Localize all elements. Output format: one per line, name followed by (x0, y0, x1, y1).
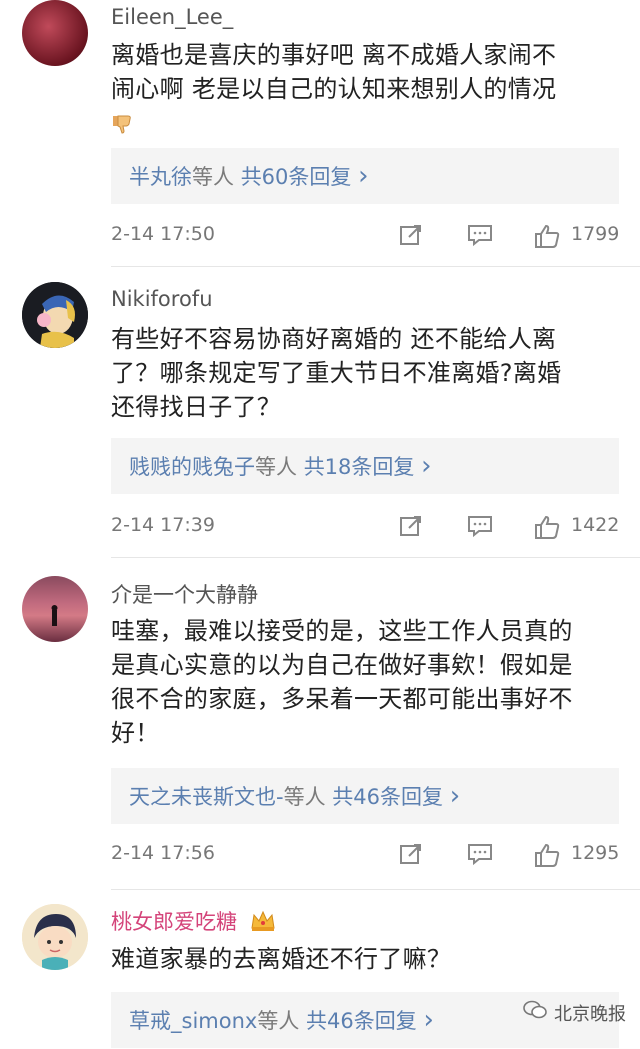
avatar[interactable] (22, 904, 88, 970)
reply-summary[interactable]: 半丸徐等人 共60条回复 › (111, 148, 619, 204)
comment-text: 哇塞，最难以接受的是，这些工作人员真的 是真心实意的以为自己在做好事欸！假如是 … (111, 614, 621, 750)
comment-line: 好！ (111, 719, 160, 747)
share-icon[interactable] (399, 514, 423, 543)
avatar[interactable] (22, 282, 88, 348)
username-text: 桃女郎爱吃糖 (111, 910, 237, 934)
avatar[interactable] (22, 576, 88, 642)
username[interactable]: 桃女郎爱吃糖 (111, 906, 276, 937)
comment-icon[interactable] (467, 514, 493, 543)
comment-icon[interactable] (467, 223, 493, 252)
avatar[interactable] (22, 0, 88, 66)
reply-text: 等人 (255, 455, 297, 479)
reply-total[interactable]: 共60条回复 (241, 165, 352, 189)
chevron-right-icon: › (449, 781, 461, 811)
like-count: 1799 (571, 223, 620, 245)
comment-text: 离婚也是喜庆的事好吧 离不成婚人家闹不 闹心啊 老是以自己的认知来想别人的情况 (111, 38, 621, 140)
reply-summary[interactable]: 贱贱的贱兔子等人 共18条回复 › (111, 438, 619, 494)
comment-text: 难道家暴的去离婚还不行了嘛？ (111, 942, 621, 976)
reply-text: 等人 (192, 165, 234, 189)
comment-footer: 2-14 17:56 1295 (111, 842, 621, 872)
comment-line: 是真心实意的以为自己在做好事欸！假如是 (111, 651, 573, 679)
timestamp: 2-14 17:56 (111, 842, 215, 864)
like-icon[interactable] (534, 223, 560, 254)
comment-text: 有些好不容易协商好离婚的 还不能给人离 了？哪条规定写了重大节日不准离婚?离婚 … (111, 322, 621, 424)
comment-icon[interactable] (467, 842, 493, 871)
comment-line: 哇塞，最难以接受的是，这些工作人员真的 (111, 617, 573, 645)
thumbs-down-emoji (111, 106, 621, 140)
username[interactable]: Eileen_Lee_ (111, 5, 233, 29)
divider (111, 889, 640, 890)
reply-text: 等人 (283, 785, 326, 809)
comment-item: Eileen_Lee_ 离婚也是喜庆的事好吧 离不成婚人家闹不 闹心啊 老是以自… (0, 0, 640, 268)
comment-line: 还得找日子了？ (111, 393, 282, 421)
like-icon[interactable] (534, 514, 560, 545)
share-icon[interactable] (399, 842, 423, 871)
reply-total[interactable]: 共46条回复 (332, 785, 443, 809)
share-icon[interactable] (399, 223, 423, 252)
comment-line: 有些好不容易协商好离婚的 还不能给人离 (111, 325, 557, 353)
reply-users[interactable]: 草戒_simonx (129, 1009, 257, 1033)
username[interactable]: 介是一个大静静 (111, 579, 258, 609)
like-icon[interactable] (534, 842, 560, 873)
comment-footer: 2-14 17:50 1799 (111, 223, 621, 253)
comment-item: 介是一个大静静 哇塞，最难以接受的是，这些工作人员真的 是真心实意的以为自己在做… (0, 574, 640, 890)
reply-users[interactable]: 半丸徐 (129, 165, 192, 189)
divider (111, 557, 640, 558)
chevron-right-icon: › (358, 161, 369, 191)
comment-footer: 2-14 17:39 1422 (111, 514, 621, 544)
comment-line: 离婚也是喜庆的事好吧 离不成婚人家闹不 (111, 41, 557, 69)
divider (111, 266, 640, 267)
username[interactable]: Nikiforofu (111, 287, 213, 311)
like-count: 1422 (571, 514, 620, 536)
reply-summary[interactable]: 天之未丧斯文也-等人 共46条回复 › (111, 768, 619, 824)
crown-badge-icon (250, 910, 276, 937)
reply-users[interactable]: 天之未丧斯文也- (129, 785, 284, 809)
comment-line: 难道家暴的去离婚还不行了嘛？ (111, 945, 452, 973)
reply-text: 等人 (257, 1009, 300, 1033)
watermark-text: 北京晚报 (554, 1003, 626, 1025)
comment-item: Nikiforofu 有些好不容易协商好离婚的 还不能给人离 了？哪条规定写了重… (0, 282, 640, 558)
watermark: 北京晚报 (522, 999, 626, 1026)
reply-total[interactable]: 共46条回复 (306, 1009, 417, 1033)
comment-line: 了？哪条规定写了重大节日不准离婚?离婚 (111, 359, 562, 387)
wechat-icon (522, 999, 548, 1026)
chevron-right-icon: › (423, 1005, 434, 1035)
chevron-right-icon: › (421, 451, 432, 481)
comment-line: 很不合的家庭，多呆着一天都可能出事好不 (111, 685, 573, 713)
comment-line: 闹心啊 老是以自己的认知来想别人的情况 (111, 75, 557, 103)
like-count: 1295 (571, 842, 620, 864)
reply-users[interactable]: 贱贱的贱兔子 (129, 455, 255, 479)
timestamp: 2-14 17:39 (111, 514, 215, 536)
reply-total[interactable]: 共18条回复 (304, 455, 415, 479)
timestamp: 2-14 17:50 (111, 223, 215, 245)
